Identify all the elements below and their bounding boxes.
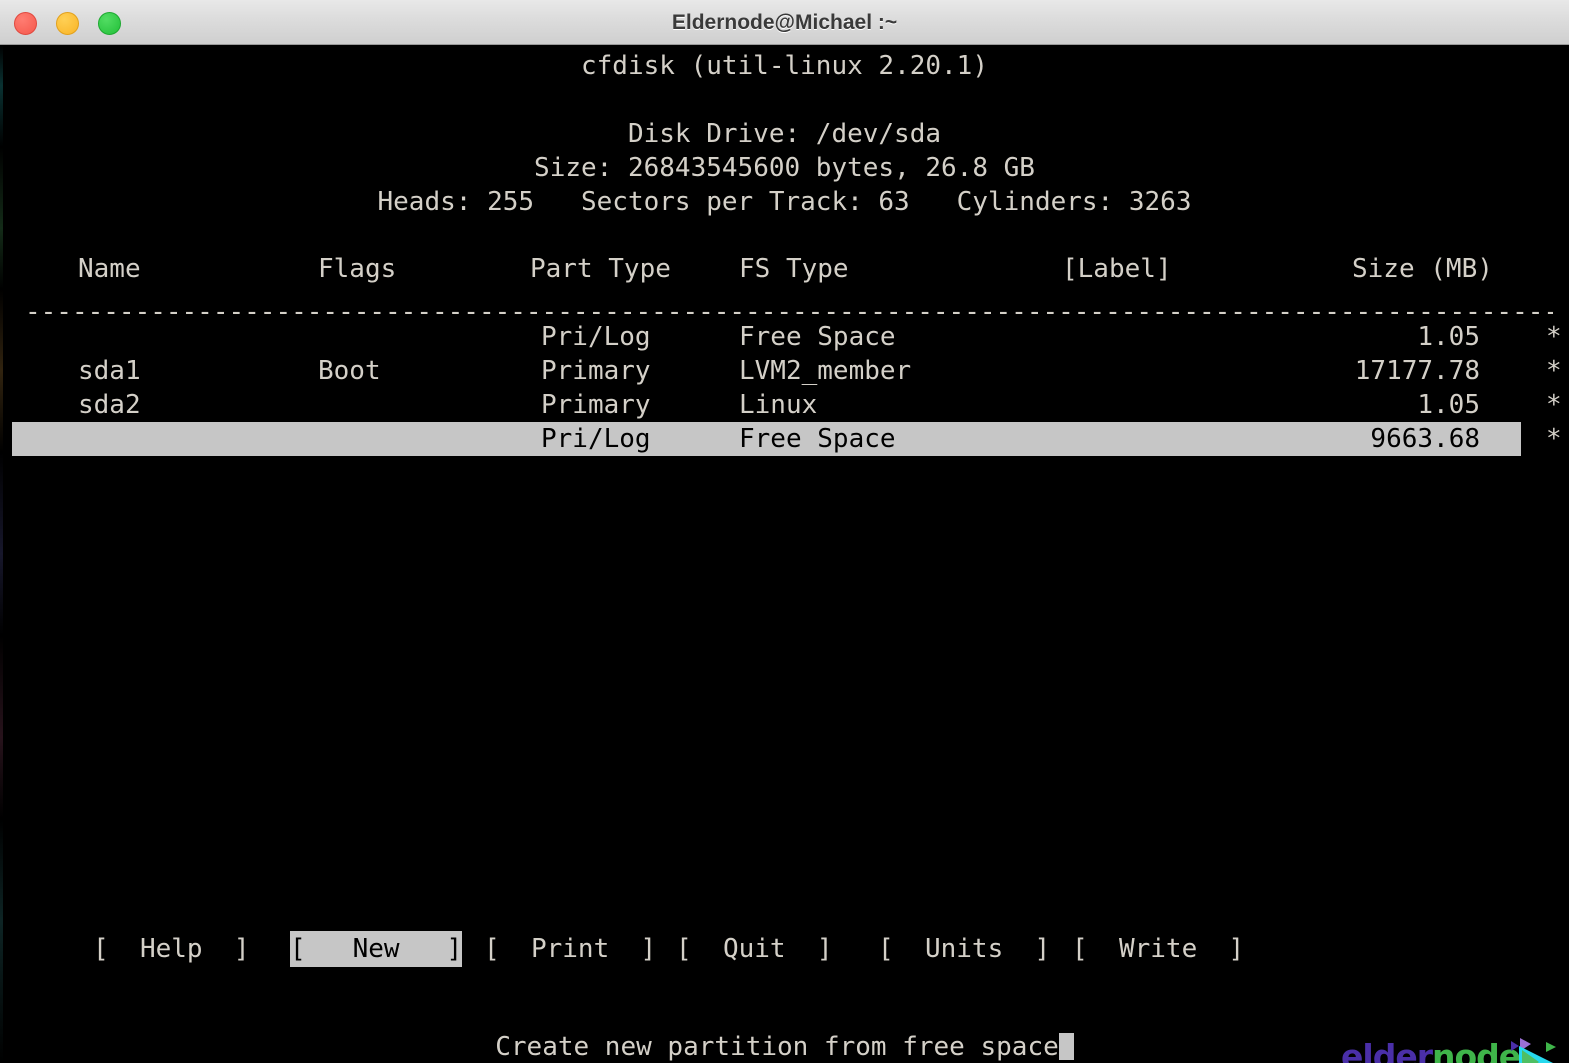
table-row[interactable]: Pri/Log Free Space 1.05 * bbox=[0, 320, 1569, 354]
cell-part-type: Primary bbox=[541, 388, 651, 422]
cell-flags: Boot bbox=[318, 354, 381, 388]
cell-size: 17177.78 bbox=[1180, 354, 1480, 388]
column-header-part-type: Part Type bbox=[530, 252, 671, 286]
cell-size: 1.05 bbox=[1180, 320, 1480, 354]
cell-marker: * bbox=[1546, 422, 1562, 456]
cell-size: 9663.68 bbox=[1180, 422, 1480, 456]
cell-fs-type: Free Space bbox=[739, 320, 896, 354]
eldernode-mark-icon bbox=[1489, 1030, 1563, 1063]
column-header-size: Size (MB) bbox=[1352, 252, 1493, 286]
window-titlebar: Eldernode@Michael :~ bbox=[0, 0, 1569, 45]
cfdisk-program-title: cfdisk (util-linux 2.20.1) bbox=[0, 49, 1569, 83]
menu-item-print[interactable]: [ Print ] bbox=[484, 931, 656, 967]
text-cursor bbox=[1059, 1033, 1074, 1060]
cell-marker: * bbox=[1546, 320, 1562, 354]
cell-name: sda2 bbox=[78, 388, 141, 422]
menu-item-quit[interactable]: [ Quit ] bbox=[676, 931, 833, 967]
menu-item-help[interactable]: [ Help ] bbox=[93, 931, 250, 967]
disk-drive-line: Disk Drive: /dev/sda bbox=[0, 117, 1569, 151]
terminal-screen[interactable]: cfdisk (util-linux 2.20.1) Disk Drive: /… bbox=[0, 45, 1569, 1063]
column-header-flags: Flags bbox=[318, 252, 396, 286]
window-title: Eldernode@Michael :~ bbox=[0, 0, 1569, 45]
column-header-label: [Label] bbox=[1062, 252, 1172, 286]
eldernode-logo: eldernode bbox=[1341, 1030, 1563, 1063]
cell-fs-type: Free Space bbox=[739, 422, 896, 456]
cell-marker: * bbox=[1546, 388, 1562, 422]
menu-item-new[interactable]: [ New ] bbox=[290, 931, 462, 967]
partition-table-header: Name Flags Part Type FS Type [Label] Siz… bbox=[0, 252, 1569, 286]
table-row-selected[interactable]: Pri/Log Free Space 9663.68 * bbox=[0, 422, 1569, 456]
logo-text-elder: elder bbox=[1341, 1037, 1432, 1063]
disk-size-line: Size: 26843545600 bytes, 26.8 GB bbox=[0, 151, 1569, 185]
terminal-window: Eldernode@Michael :~ cfdisk (util-linux … bbox=[0, 0, 1569, 1063]
cell-marker: * bbox=[1546, 354, 1562, 388]
cell-part-type: Pri/Log bbox=[541, 422, 651, 456]
column-header-fs-type: FS Type bbox=[739, 252, 849, 286]
partition-table-body: Pri/Log Free Space 1.05 * sda1 Boot Prim… bbox=[0, 320, 1569, 456]
column-header-name: Name bbox=[78, 252, 141, 286]
cell-fs-type: LVM2_member bbox=[739, 354, 911, 388]
status-text: Create new partition from free space bbox=[495, 1032, 1059, 1062]
table-row[interactable]: sda1 Boot Primary LVM2_member 17177.78 * bbox=[0, 354, 1569, 388]
menu-item-units[interactable]: [ Units ] bbox=[878, 931, 1050, 967]
menu-item-write[interactable]: [ Write ] bbox=[1072, 931, 1244, 967]
cell-part-type: Primary bbox=[541, 354, 651, 388]
cell-name: sda1 bbox=[78, 354, 141, 388]
status-line: Create new partition from free space bbox=[0, 1030, 1569, 1063]
cell-fs-type: Linux bbox=[739, 388, 817, 422]
cell-size: 1.05 bbox=[1180, 388, 1480, 422]
table-row[interactable]: sda2 Primary Linux 1.05 * bbox=[0, 388, 1569, 422]
cell-part-type: Pri/Log bbox=[541, 320, 651, 354]
disk-geometry-line: Heads: 255 Sectors per Track: 63 Cylinde… bbox=[0, 185, 1569, 219]
command-menu: [ Help ] [ New ] [ Print ] [ Quit ] [ Un… bbox=[0, 931, 1569, 975]
